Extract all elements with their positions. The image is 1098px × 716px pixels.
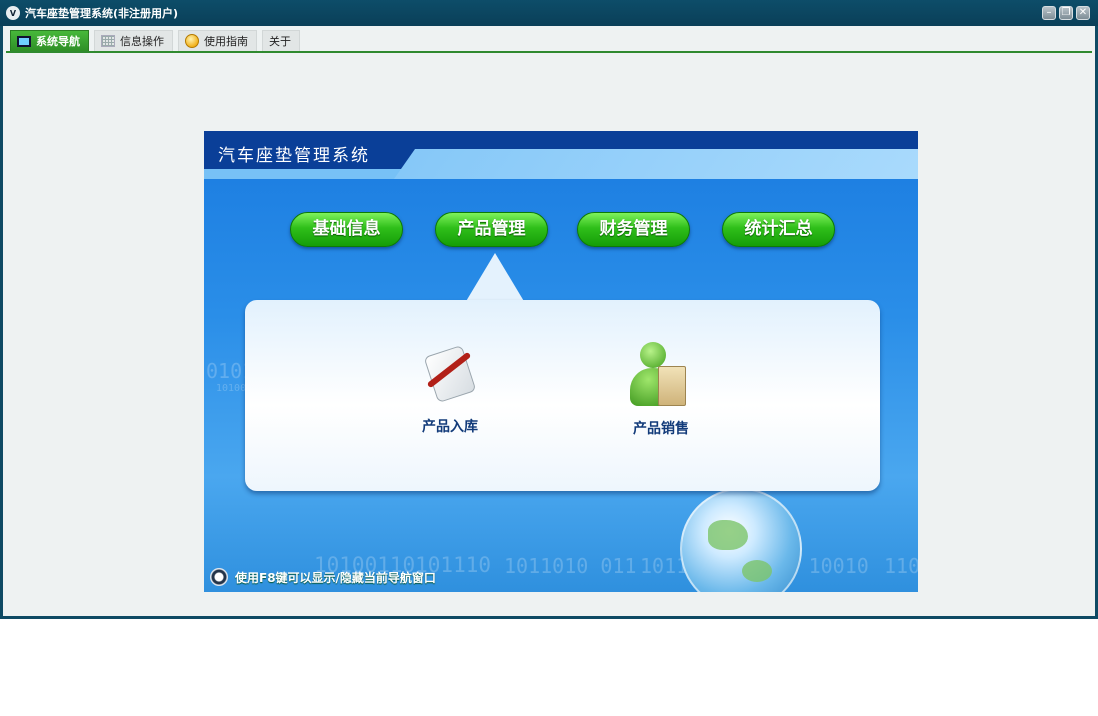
submenu-pointer xyxy=(465,253,525,303)
product-stock-in-label: 产品入库 xyxy=(422,419,478,435)
globe-land xyxy=(708,520,748,550)
restore-button[interactable]: ❐ xyxy=(1059,6,1073,20)
tab-about[interactable]: 关于 xyxy=(262,30,300,51)
application-window: V 汽车座垫管理系统(非注册用户) – ❐ ✕ 系统导航 信息操作 使用指南 关… xyxy=(0,0,1098,619)
app-logo-icon: V xyxy=(6,6,20,20)
title-bar[interactable]: V 汽车座垫管理系统(非注册用户) – ❐ ✕ xyxy=(0,0,1098,26)
grid-icon xyxy=(101,35,115,47)
hint-text: 使用F8键可以显示/隐藏当前导航窗口 xyxy=(235,570,436,585)
module-finance-management-button[interactable]: 财务管理 xyxy=(577,212,690,247)
decor-binary: 110 xyxy=(884,554,918,578)
tab-label: 关于 xyxy=(269,35,291,48)
tab-user-guide[interactable]: 使用指南 xyxy=(178,30,257,51)
tab-label: 使用指南 xyxy=(204,35,248,48)
info-bullet-icon xyxy=(210,568,228,586)
globe-land xyxy=(742,560,772,582)
module-statistics-button[interactable]: 统计汇总 xyxy=(722,212,835,247)
submenu-card: 产品入库 产品销售 xyxy=(245,300,880,491)
panel-title: 汽车座垫管理系统 xyxy=(218,146,370,166)
window-title: 汽车座垫管理系统(非注册用户) xyxy=(25,7,179,20)
tab-bar: 系统导航 信息操作 使用指南 关于 xyxy=(6,27,1092,53)
shopper-head xyxy=(640,342,666,368)
close-button[interactable]: ✕ xyxy=(1076,6,1090,20)
tab-info-operations[interactable]: 信息操作 xyxy=(94,30,173,51)
navigation-panel: 汽车座垫管理系统 0101 10100 10100110101110 10110… xyxy=(204,131,918,592)
decor-binary: 10100 xyxy=(216,383,247,394)
header-highlight xyxy=(394,149,918,179)
shopper-bag-icon xyxy=(626,340,696,410)
scroll-quill-icon xyxy=(420,342,480,408)
tab-label: 系统导航 xyxy=(36,35,80,48)
module-product-management-button[interactable]: 产品管理 xyxy=(435,212,548,247)
hint-bar: 使用F8键可以显示/隐藏当前导航窗口 xyxy=(210,568,436,586)
product-stock-in-item[interactable]: 产品入库 xyxy=(395,342,505,436)
decor-binary: 1011010 011 xyxy=(504,554,637,578)
tab-label: 信息操作 xyxy=(120,35,164,48)
shopping-bag xyxy=(658,366,686,406)
globe-icon xyxy=(680,488,802,592)
product-sales-label: 产品销售 xyxy=(633,421,689,437)
module-basic-info-button[interactable]: 基础信息 xyxy=(290,212,403,247)
tab-system-navigation[interactable]: 系统导航 xyxy=(10,30,89,51)
help-icon xyxy=(185,34,199,48)
product-sales-item[interactable]: 产品销售 xyxy=(606,340,716,438)
monitor-icon xyxy=(17,35,31,47)
minimize-button[interactable]: – xyxy=(1042,6,1056,20)
